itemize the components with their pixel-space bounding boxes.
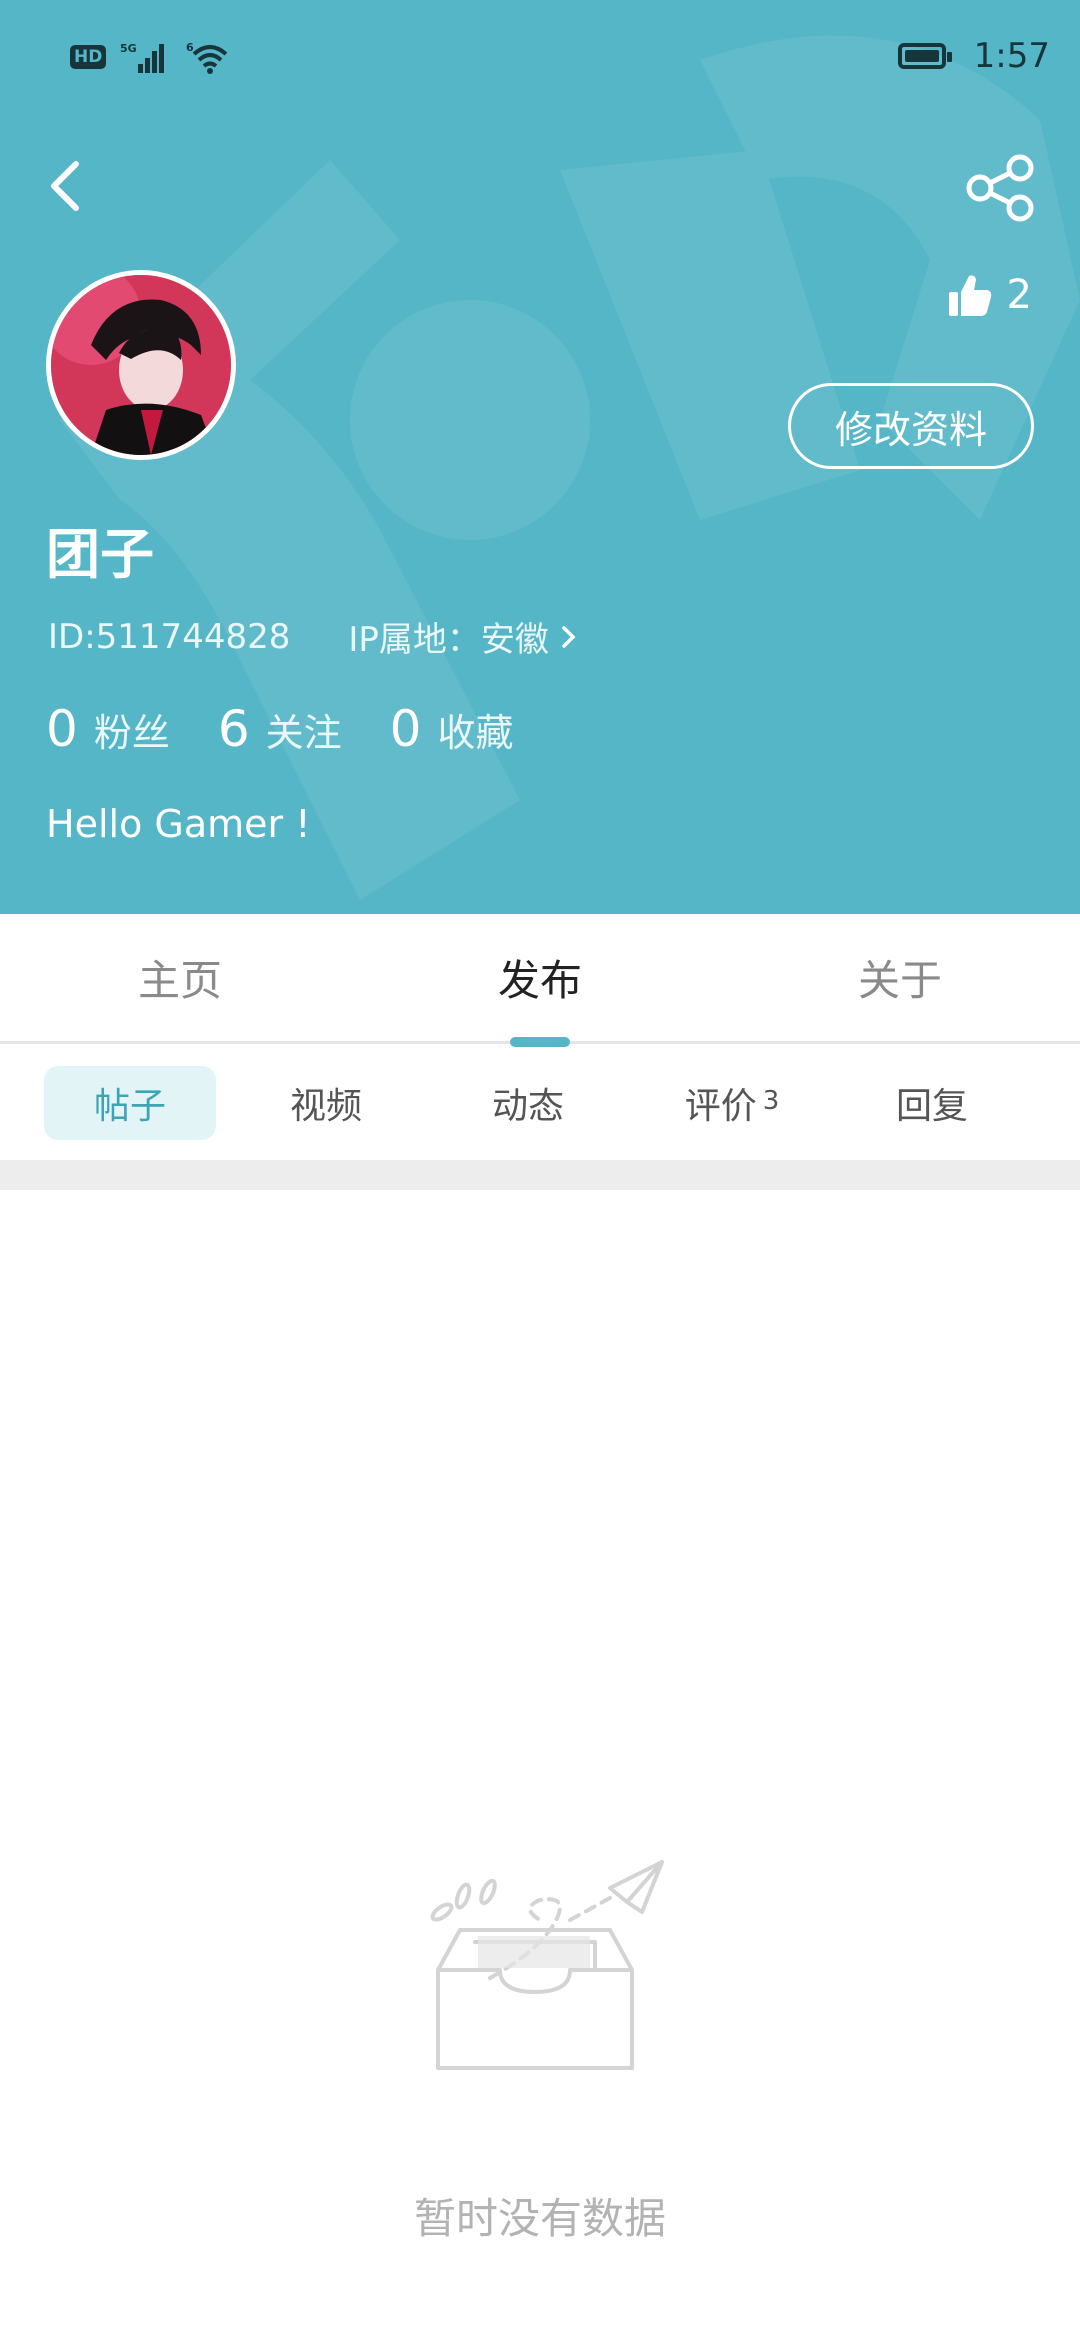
stat-followers[interactable]: 0 粉丝 (46, 700, 170, 758)
id-line: ID:511744828 IP属地：安徽 (48, 612, 581, 661)
share-button[interactable] (960, 150, 1040, 230)
wifi-icon: 6 (186, 41, 228, 74)
stat-number: 0 (389, 700, 422, 758)
main-tabs: 主页 发布 关于 (0, 914, 1080, 1044)
back-button[interactable] (40, 150, 100, 220)
edit-profile-button[interactable]: 修改资料 (788, 383, 1034, 469)
tab-home[interactable]: 主页 (0, 914, 360, 1041)
sub-tabs: 帖子 视频 动态 评价 3 回复 (0, 1046, 1080, 1160)
subtab-label: 回复 (895, 1086, 968, 1127)
section-divider (0, 1160, 1080, 1190)
ip-location: IP属地：安徽 (348, 620, 549, 660)
thumbs-up-icon (948, 275, 991, 316)
subtab-label: 动态 (491, 1086, 564, 1127)
ip-location-link[interactable]: IP属地：安徽 (348, 612, 581, 661)
svg-text:6: 6 (186, 41, 194, 54)
bio-text: Hello Gamer ! (46, 802, 311, 846)
tab-about[interactable]: 关于 (720, 914, 1080, 1041)
empty-inbox-icon (430, 1860, 664, 2070)
avatar[interactable] (46, 270, 236, 460)
subtab-reviews[interactable]: 评价 3 (652, 1066, 812, 1140)
chevron-right-icon (562, 625, 576, 648)
subtab-label: 帖子 (93, 1086, 166, 1127)
empty-state-text: 暂时没有数据 (413, 2194, 666, 2243)
back-icon (51, 161, 79, 211)
stat-label: 粉丝 (93, 711, 170, 755)
svg-text:5G: 5G (120, 42, 137, 55)
nickname: 团子 (46, 523, 154, 586)
signal-icon: 5G (120, 42, 165, 73)
stat-label: 收藏 (437, 711, 514, 755)
share-icon (966, 154, 1034, 222)
status-bar: HD 5G 6 1:57 (0, 0, 1080, 124)
subtab-replies[interactable]: 回复 (852, 1066, 1012, 1140)
stat-favorites[interactable]: 0 收藏 (390, 700, 514, 758)
stat-number: 0 (46, 700, 78, 758)
review-count-badge: 3 (762, 1086, 780, 1116)
profile-header: HD 5G 6 1:57 2 修改资料 团子 ID:511744828 IP属地… (0, 0, 1080, 914)
stats-row: 0 粉丝 6 关注 0 收藏 (46, 700, 561, 758)
clock: 1:57 (973, 36, 1050, 76)
hd-badge: HD (70, 45, 107, 69)
stat-label: 关注 (265, 711, 342, 755)
like-counter[interactable]: 2 (947, 272, 1032, 318)
stat-following[interactable]: 6 关注 (218, 700, 342, 758)
battery-icon (897, 43, 952, 69)
subtab-posts[interactable]: 帖子 (44, 1066, 216, 1140)
avatar-image (51, 275, 231, 455)
subtab-videos[interactable]: 视频 (246, 1066, 406, 1140)
tab-published[interactable]: 发布 (360, 914, 720, 1041)
subtab-label: 评价 (684, 1086, 757, 1127)
like-count: 2 (1006, 272, 1032, 318)
subtab-label: 视频 (289, 1086, 362, 1127)
user-id: ID:511744828 (48, 616, 291, 657)
stat-number: 6 (217, 700, 250, 758)
subtab-moments[interactable]: 动态 (448, 1066, 608, 1140)
